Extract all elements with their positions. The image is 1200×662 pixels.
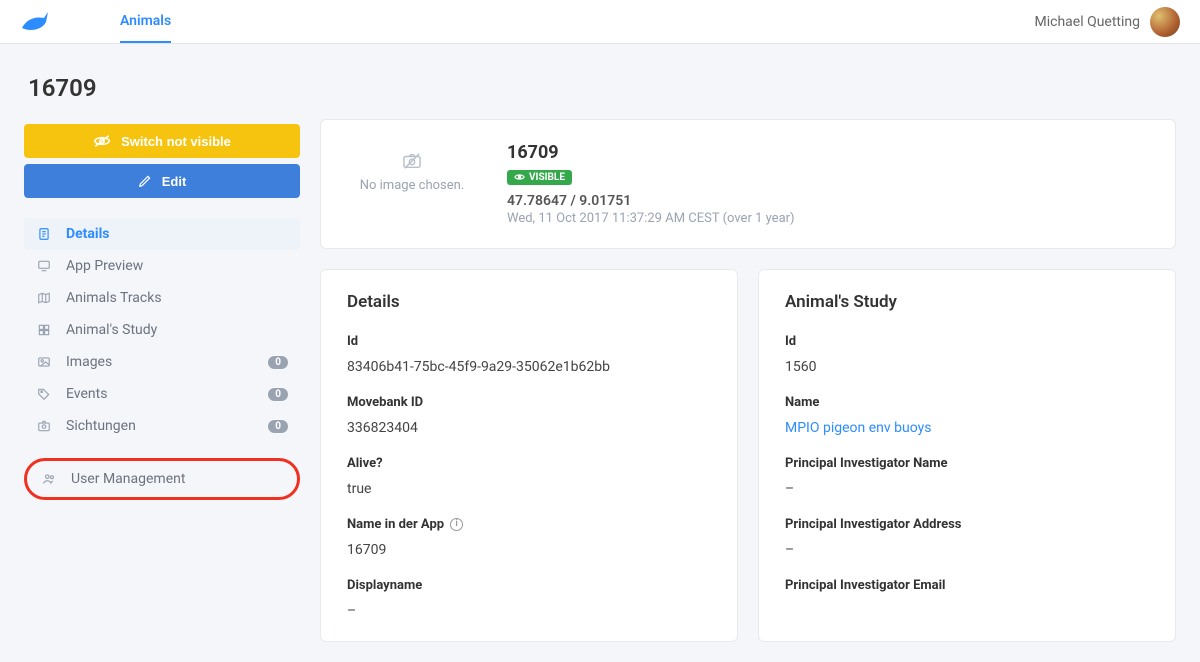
- details-card: Details Id 83406b41-75bc-45f9-9a29-35062…: [320, 269, 738, 642]
- users-icon: [41, 472, 57, 486]
- edit-button[interactable]: Edit: [24, 164, 300, 198]
- info-icon[interactable]: i: [450, 518, 463, 531]
- count-badge: 0: [268, 420, 288, 433]
- field-label-study-id: Id: [785, 334, 1149, 349]
- pencil-icon: [138, 174, 152, 188]
- camera-off-icon: [401, 152, 423, 170]
- nav-animals[interactable]: Animals: [120, 1, 171, 43]
- document-icon: [36, 227, 52, 241]
- tag-icon: [36, 387, 52, 401]
- sidebar-item-user-management[interactable]: User Management: [27, 461, 297, 497]
- sidebar-item-events[interactable]: Events 0: [24, 378, 300, 410]
- field-label-pi-name: Principal Investigator Name: [785, 456, 1149, 471]
- sidebar-item-details[interactable]: Details: [24, 218, 300, 250]
- highlight-annotation: User Management: [24, 458, 300, 500]
- sidebar-item-label: Sichtungen: [66, 418, 136, 434]
- animal-id-title: 16709: [507, 142, 795, 163]
- sidebar-item-label: Animal's Study: [66, 322, 157, 338]
- sidebar-item-animals-study[interactable]: Animal's Study: [24, 314, 300, 346]
- page-title: 16709: [28, 74, 300, 102]
- field-value-alive: true: [347, 481, 711, 497]
- avatar[interactable]: [1150, 7, 1180, 37]
- field-value-movebank: 336823404: [347, 420, 711, 436]
- study-name-link[interactable]: MPIO pigeon env buoys: [785, 420, 1149, 436]
- switch-not-visible-button[interactable]: Switch not visible: [24, 124, 300, 158]
- field-value-study-id: 1560: [785, 359, 1149, 375]
- field-label-displayname: Displayname: [347, 578, 711, 593]
- image-placeholder: No image chosen.: [347, 142, 477, 193]
- field-value-name-app: 16709: [347, 542, 711, 558]
- field-value-pi-name: –: [785, 481, 1149, 497]
- field-label-pi-addr: Principal Investigator Address: [785, 517, 1149, 532]
- sidebar-item-images[interactable]: Images 0: [24, 346, 300, 378]
- camera-icon: [36, 419, 52, 433]
- count-badge: 0: [268, 388, 288, 401]
- field-label-study-name: Name: [785, 395, 1149, 410]
- username: Michael Quetting: [1034, 14, 1140, 30]
- field-label-id: Id: [347, 334, 711, 349]
- sidebar-item-label: User Management: [71, 471, 185, 487]
- app-logo[interactable]: [20, 9, 50, 35]
- sidebar-item-animals-tracks[interactable]: Animals Tracks: [24, 282, 300, 314]
- field-value-displayname: –: [347, 603, 711, 619]
- field-label-movebank: Movebank ID: [347, 395, 711, 410]
- coordinates: 47.78647 / 9.01751: [507, 193, 795, 209]
- visibility-badge: VISIBLE: [507, 170, 572, 185]
- grid-icon: [36, 323, 52, 337]
- map-icon: [36, 291, 52, 305]
- eye-icon: [514, 173, 525, 181]
- sidebar-item-label: App Preview: [66, 258, 143, 274]
- card-title: Details: [347, 292, 711, 312]
- monitor-icon: [36, 259, 52, 273]
- visibility-off-icon: [93, 134, 111, 148]
- field-value-id: 83406b41-75bc-45f9-9a29-35062e1b62bb: [347, 359, 711, 375]
- sidebar-item-label: Details: [66, 226, 110, 242]
- field-value-pi-addr: –: [785, 542, 1149, 558]
- study-card: Animal's Study Id 1560 Name MPIO pigeon …: [758, 269, 1176, 642]
- count-badge: 0: [268, 356, 288, 369]
- header-card: No image chosen. 16709 VISIBLE 47.78647 …: [320, 119, 1176, 249]
- sidebar: Details App Preview Animals Tracks Anima…: [24, 218, 300, 500]
- sidebar-item-label: Images: [66, 354, 112, 370]
- field-label-name-app: Name in der App i: [347, 517, 711, 532]
- timestamp: Wed, 11 Oct 2017 11:37:29 AM CEST (over …: [507, 211, 795, 226]
- sidebar-item-label: Animals Tracks: [66, 290, 162, 306]
- field-label-alive: Alive?: [347, 456, 711, 471]
- image-icon: [36, 355, 52, 369]
- field-label-pi-email: Principal Investigator Email: [785, 578, 1149, 593]
- sidebar-item-label: Events: [66, 386, 107, 402]
- sidebar-item-app-preview[interactable]: App Preview: [24, 250, 300, 282]
- card-title: Animal's Study: [785, 292, 1149, 312]
- topbar: Animals Michael Quetting: [0, 0, 1200, 44]
- sidebar-item-sichtungen[interactable]: Sichtungen 0: [24, 410, 300, 442]
